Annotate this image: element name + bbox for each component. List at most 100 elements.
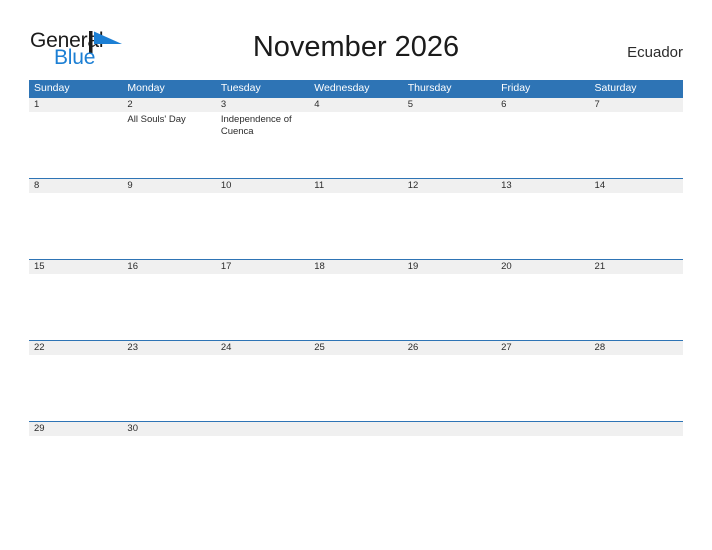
day-number[interactable]: 2: [122, 98, 215, 112]
day-cell[interactable]: [403, 193, 496, 259]
day-number[interactable]: 14: [590, 179, 683, 193]
weekday-header-wednesday: Wednesday: [314, 82, 370, 94]
calendar-page: General Blue November 2026 Ecuador Sunda…: [0, 0, 712, 550]
day-number[interactable]: 15: [29, 260, 122, 274]
day-number[interactable]: 4: [309, 98, 402, 112]
day-number: [309, 422, 402, 436]
day-cell: [403, 436, 496, 502]
day-number[interactable]: 26: [403, 341, 496, 355]
day-cell[interactable]: [590, 274, 683, 340]
day-number[interactable]: 13: [496, 179, 589, 193]
day-number[interactable]: 24: [216, 341, 309, 355]
day-cell[interactable]: [496, 274, 589, 340]
day-cell[interactable]: [309, 355, 402, 421]
day-cell[interactable]: [309, 193, 402, 259]
week-row: 1 2 3 4 5 6 7 All Souls' Day Independenc…: [29, 97, 683, 178]
day-event-text: All Souls' Day: [127, 114, 186, 125]
day-cell[interactable]: [29, 355, 122, 421]
day-number[interactable]: 10: [216, 179, 309, 193]
week-row: 29 30: [29, 421, 683, 502]
day-number[interactable]: 28: [590, 341, 683, 355]
day-number[interactable]: 19: [403, 260, 496, 274]
day-number[interactable]: 21: [590, 260, 683, 274]
day-cell[interactable]: [403, 355, 496, 421]
week-row: 22 23 24 25 26 27 28: [29, 340, 683, 421]
day-number[interactable]: 7: [590, 98, 683, 112]
weekday-header-saturday: Saturday: [594, 82, 637, 94]
day-number[interactable]: 9: [122, 179, 215, 193]
day-number[interactable]: 30: [122, 422, 215, 436]
day-number: [590, 422, 683, 436]
day-number: [403, 422, 496, 436]
day-cell: [309, 436, 402, 502]
day-cell[interactable]: [590, 112, 683, 178]
day-number[interactable]: 11: [309, 179, 402, 193]
week-row: 15 16 17 18 19 20 21: [29, 259, 683, 340]
day-number[interactable]: 20: [496, 260, 589, 274]
page-title: November 2026: [252, 31, 460, 63]
day-number[interactable]: 8: [29, 179, 122, 193]
day-cell[interactable]: [122, 274, 215, 340]
day-cell[interactable]: [122, 355, 215, 421]
day-number[interactable]: 27: [496, 341, 589, 355]
day-cell[interactable]: [122, 193, 215, 259]
day-number-strip: 22 23 24 25 26 27 28: [29, 341, 683, 355]
day-number[interactable]: 18: [309, 260, 402, 274]
day-cell[interactable]: [122, 436, 215, 502]
weekday-header-sunday: Sunday: [34, 82, 70, 94]
weekday-header-friday: Friday: [501, 82, 531, 94]
day-cell: [590, 436, 683, 502]
day-number[interactable]: 16: [122, 260, 215, 274]
day-cell[interactable]: [496, 355, 589, 421]
day-cell[interactable]: [216, 355, 309, 421]
day-number[interactable]: 5: [403, 98, 496, 112]
day-cell[interactable]: [309, 274, 402, 340]
day-cell: [496, 436, 589, 502]
day-cell: [216, 436, 309, 502]
day-number[interactable]: 23: [122, 341, 215, 355]
day-cell[interactable]: Independence of Cuenca: [216, 112, 309, 178]
day-cell[interactable]: [29, 436, 122, 502]
day-cell[interactable]: [216, 193, 309, 259]
day-number[interactable]: 3: [216, 98, 309, 112]
day-cell[interactable]: [590, 355, 683, 421]
country-label: Ecuador: [627, 44, 683, 61]
week-row: 8 9 10 11 12 13 14: [29, 178, 683, 259]
day-number-strip: 29 30: [29, 422, 683, 436]
calendar-grid: Sunday Monday Tuesday Wednesday Thursday…: [29, 80, 683, 502]
weekday-header-monday: Monday: [127, 82, 165, 94]
weekday-header-tuesday: Tuesday: [220, 82, 261, 94]
day-cell[interactable]: All Souls' Day: [122, 112, 215, 178]
day-number[interactable]: 25: [309, 341, 402, 355]
day-cell[interactable]: [309, 112, 402, 178]
day-event-text: Independence of Cuenca: [220, 114, 292, 137]
day-number-strip: 1 2 3 4 5 6 7: [29, 98, 683, 112]
day-body-strip: [29, 193, 683, 259]
day-number[interactable]: 1: [29, 98, 122, 112]
day-body-strip: [29, 355, 683, 421]
day-number[interactable]: 6: [496, 98, 589, 112]
day-cell[interactable]: [29, 112, 122, 178]
day-number[interactable]: 17: [216, 260, 309, 274]
day-number-strip: 15 16 17 18 19 20 21: [29, 260, 683, 274]
day-cell[interactable]: [403, 274, 496, 340]
day-cell[interactable]: [403, 112, 496, 178]
day-cell[interactable]: [590, 193, 683, 259]
day-cell[interactable]: [496, 193, 589, 259]
day-body-strip: [29, 436, 683, 502]
day-number: [216, 422, 309, 436]
day-number[interactable]: 29: [29, 422, 122, 436]
weekday-header-thursday: Thursday: [407, 82, 452, 94]
page-header: General Blue November 2026 Ecuador: [0, 0, 712, 78]
day-cell[interactable]: [29, 274, 122, 340]
day-number[interactable]: 12: [403, 179, 496, 193]
day-number[interactable]: 22: [29, 341, 122, 355]
weekday-header-row: Sunday Monday Tuesday Wednesday Thursday…: [29, 80, 683, 97]
day-body-strip: All Souls' Day Independence of Cuenca: [29, 112, 683, 178]
day-cell[interactable]: [216, 274, 309, 340]
day-number: [496, 422, 589, 436]
day-cell[interactable]: [29, 193, 122, 259]
day-body-strip: [29, 274, 683, 340]
day-cell[interactable]: [496, 112, 589, 178]
day-number-strip: 8 9 10 11 12 13 14: [29, 179, 683, 193]
